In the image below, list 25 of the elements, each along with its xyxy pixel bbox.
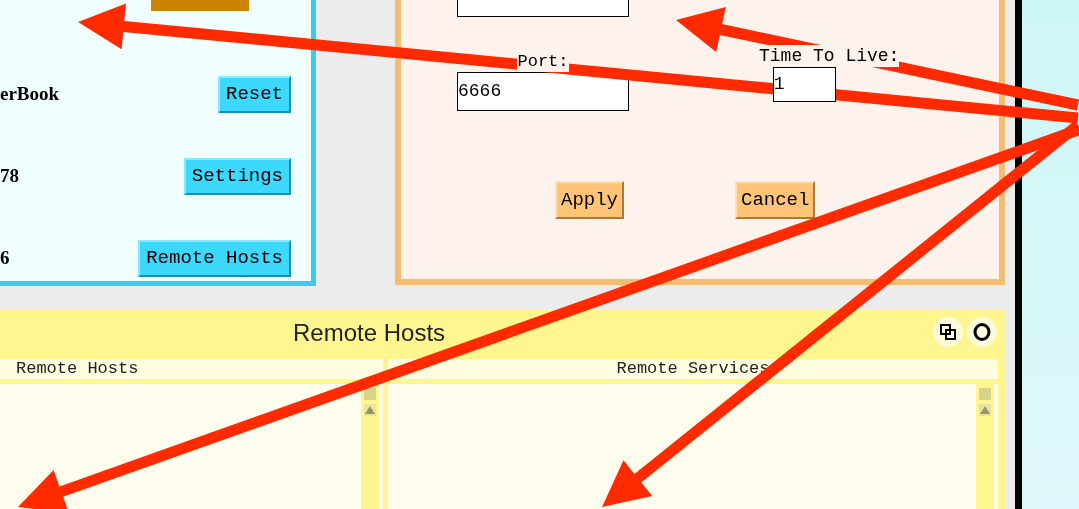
input-field[interactable] (457, 0, 629, 17)
scroll-top-icon[interactable] (364, 388, 376, 400)
device-button[interactable]: Settings (183, 157, 291, 195)
column-header[interactable]: Remote Hosts (0, 356, 383, 382)
port-field[interactable]: 6666 (457, 72, 629, 111)
column-header[interactable]: Remote Services (388, 356, 998, 382)
device-value: 6 (0, 245, 10, 270)
scroll-up-icon[interactable] (979, 404, 991, 416)
window-button[interactable] (933, 317, 963, 347)
action-button[interactable]: Cancel (735, 181, 816, 219)
ttl-label: Time To Live: (759, 45, 900, 67)
scrollbar[interactable] (976, 384, 994, 509)
action-button[interactable]: Apply (555, 181, 624, 219)
device-value: erBook (0, 81, 60, 106)
restore-icon (940, 324, 956, 340)
port-label: Port: (517, 52, 569, 72)
scroll-up-icon[interactable] (364, 404, 376, 416)
window-title: Remote Hosts (293, 318, 446, 348)
ttl-field[interactable]: 1 (772, 67, 836, 102)
window-button[interactable] (967, 317, 997, 347)
device-value: 78 (0, 163, 19, 188)
circle-icon (973, 323, 991, 341)
device-button[interactable]: Reset (218, 75, 291, 113)
device-button[interactable]: Remote Hosts (138, 239, 291, 277)
scrollbar[interactable] (361, 384, 379, 509)
